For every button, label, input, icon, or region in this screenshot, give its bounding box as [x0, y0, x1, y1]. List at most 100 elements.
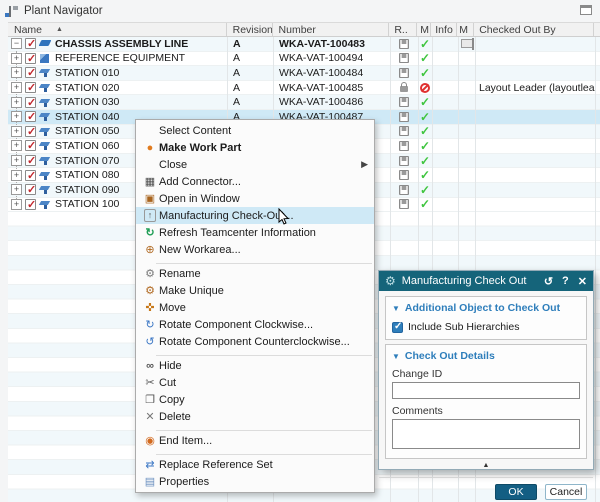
part-type-icon — [39, 38, 52, 49]
node-name: STATION 040 — [55, 111, 119, 123]
revision-cell: A — [227, 95, 273, 109]
row-checkbox[interactable] — [25, 67, 36, 78]
column-header-name[interactable]: Name ▲ — [8, 23, 227, 36]
column-header-number[interactable]: Number — [273, 23, 390, 36]
modified-status-icon — [420, 95, 430, 109]
read-only-status-icon — [399, 68, 409, 78]
dialog-collapse-handle[interactable]: ▲ — [385, 462, 587, 473]
read-only-status-icon — [399, 39, 409, 49]
read-only-status-icon — [399, 185, 409, 195]
info-cell — [432, 125, 458, 139]
menu-item-icon — [141, 158, 159, 172]
dialog-button-row: OK Cancel — [379, 477, 593, 500]
column-header-info[interactable]: Info — [431, 23, 457, 36]
include-sub-hierarchies-row[interactable]: Include Sub Hierarchies — [392, 321, 580, 333]
dialog-close-icon[interactable]: ✕ — [578, 275, 587, 288]
name-cell: + STATION 030 — [8, 95, 227, 109]
comments-input[interactable] — [392, 419, 580, 449]
column-header-m2[interactable]: M — [457, 23, 474, 36]
section-header-check-out-details[interactable]: ▼ Check Out Details — [392, 350, 580, 362]
tree-expander[interactable]: + — [11, 67, 22, 78]
row-checkbox[interactable] — [25, 82, 36, 93]
change-id-input[interactable] — [392, 382, 580, 399]
menu-item[interactable]: Hide — [136, 357, 374, 374]
row-checkbox[interactable] — [25, 170, 36, 181]
menu-item[interactable]: End Item... — [136, 432, 374, 449]
tree-expander[interactable]: + — [11, 199, 22, 210]
menu-item[interactable]: Open in Window — [136, 190, 374, 207]
table-row[interactable]: + STATION 020 A WKA-VAT-100485 Layout Le… — [8, 81, 600, 96]
table-row[interactable]: + STATION 030 A WKA-VAT-100486 — [8, 95, 600, 110]
tree-expander[interactable]: + — [11, 111, 22, 122]
row-checkbox[interactable] — [25, 53, 36, 64]
menu-item[interactable]: Copy — [136, 391, 374, 408]
table-header: Name ▲ Revision Number R.. M Info M Chec… — [8, 22, 600, 37]
menu-item-label: New Workarea... — [159, 244, 368, 256]
tree-expander[interactable]: − — [11, 38, 22, 49]
row-checkbox[interactable] — [25, 38, 36, 49]
menu-item[interactable]: Refresh Teamcenter Information — [136, 224, 374, 241]
tree-expander[interactable]: + — [11, 170, 22, 181]
node-name: STATION 010 — [55, 67, 119, 79]
menu-item[interactable]: Replace Reference Set — [136, 456, 374, 473]
table-row[interactable]: − CHASSIS ASSEMBLY LINE A WKA-VAT-100483 — [8, 37, 600, 52]
tail-cell — [595, 198, 600, 212]
tree-expander[interactable]: + — [11, 97, 22, 108]
menu-item[interactable]: Delete — [136, 408, 374, 425]
dialog-reset-icon[interactable]: ↺ — [544, 275, 553, 288]
info-cell — [432, 37, 458, 51]
tree-expander[interactable]: + — [11, 126, 22, 137]
menu-item[interactable]: Rename — [136, 265, 374, 282]
tree-expander[interactable]: + — [11, 82, 22, 93]
menu-item[interactable] — [136, 258, 374, 265]
modified-status-icon — [420, 183, 430, 197]
ok-button[interactable]: OK — [495, 484, 537, 500]
menu-item[interactable]: Move — [136, 299, 374, 316]
menu-item[interactable] — [136, 350, 374, 357]
menu-item[interactable]: Close ▶ — [136, 156, 374, 173]
menu-item[interactable] — [136, 449, 374, 456]
menu-item-icon — [141, 175, 159, 189]
menu-item[interactable]: Cut — [136, 374, 374, 391]
column-header-checked-out-by[interactable]: Checked Out By — [474, 23, 594, 36]
table-row[interactable]: + STATION 010 A WKA-VAT-100484 — [8, 66, 600, 81]
menu-item[interactable]: Rotate Component Clockwise... — [136, 316, 374, 333]
menu-item[interactable]: Manufacturing Check-Out... — [136, 207, 374, 224]
row-checkbox[interactable] — [25, 199, 36, 210]
checked-out-by-cell — [475, 52, 595, 66]
tree-expander[interactable]: + — [11, 155, 22, 166]
row-checkbox[interactable] — [25, 126, 36, 137]
menu-item[interactable] — [136, 425, 374, 432]
column-header-revision[interactable]: Revision — [227, 23, 273, 36]
row-checkbox[interactable] — [25, 97, 36, 108]
row-checkbox[interactable] — [25, 184, 36, 195]
menu-item[interactable]: Make Work Part — [136, 139, 374, 156]
menu-item[interactable]: Add Connector... — [136, 173, 374, 190]
include-sub-hierarchies-checkbox[interactable] — [392, 322, 403, 333]
menu-item-label: Manufacturing Check-Out... — [159, 210, 368, 222]
dialog-titlebar[interactable]: ⚙ Manufacturing Check Out ↺ ? ✕ — [379, 271, 593, 291]
row-checkbox[interactable] — [25, 111, 36, 122]
checked-out-by-cell — [475, 125, 595, 139]
cancel-button[interactable]: Cancel — [545, 484, 587, 500]
column-header-modified[interactable]: M — [417, 23, 431, 36]
node-name: STATION 050 — [55, 125, 119, 137]
dialog-help-icon[interactable]: ? — [562, 275, 569, 287]
menu-item[interactable]: Rotate Component Counterclockwise... — [136, 333, 374, 350]
section-header-additional-object[interactable]: ▼ Additional Object to Check Out — [392, 302, 580, 314]
tree-expander[interactable]: + — [11, 184, 22, 195]
restore-window-icon[interactable] — [580, 5, 592, 15]
menu-item[interactable]: Properties — [136, 473, 374, 490]
tree-expander[interactable]: + — [11, 140, 22, 151]
number-cell: WKA-VAT-100484 — [273, 66, 390, 80]
tree-expander[interactable]: + — [11, 53, 22, 64]
row-checkbox[interactable] — [25, 140, 36, 151]
table-row[interactable]: + REFERENCE EQUIPMENT A WKA-VAT-100494 — [8, 52, 600, 67]
menu-item[interactable]: New Workarea... — [136, 241, 374, 258]
menu-item-label: Hide — [159, 360, 368, 372]
part-type-icon — [39, 111, 52, 122]
row-checkbox[interactable] — [25, 155, 36, 166]
column-header-read-only[interactable]: R.. — [389, 23, 417, 36]
menu-item[interactable]: Make Unique — [136, 282, 374, 299]
menu-item[interactable]: Select Content — [136, 122, 374, 139]
